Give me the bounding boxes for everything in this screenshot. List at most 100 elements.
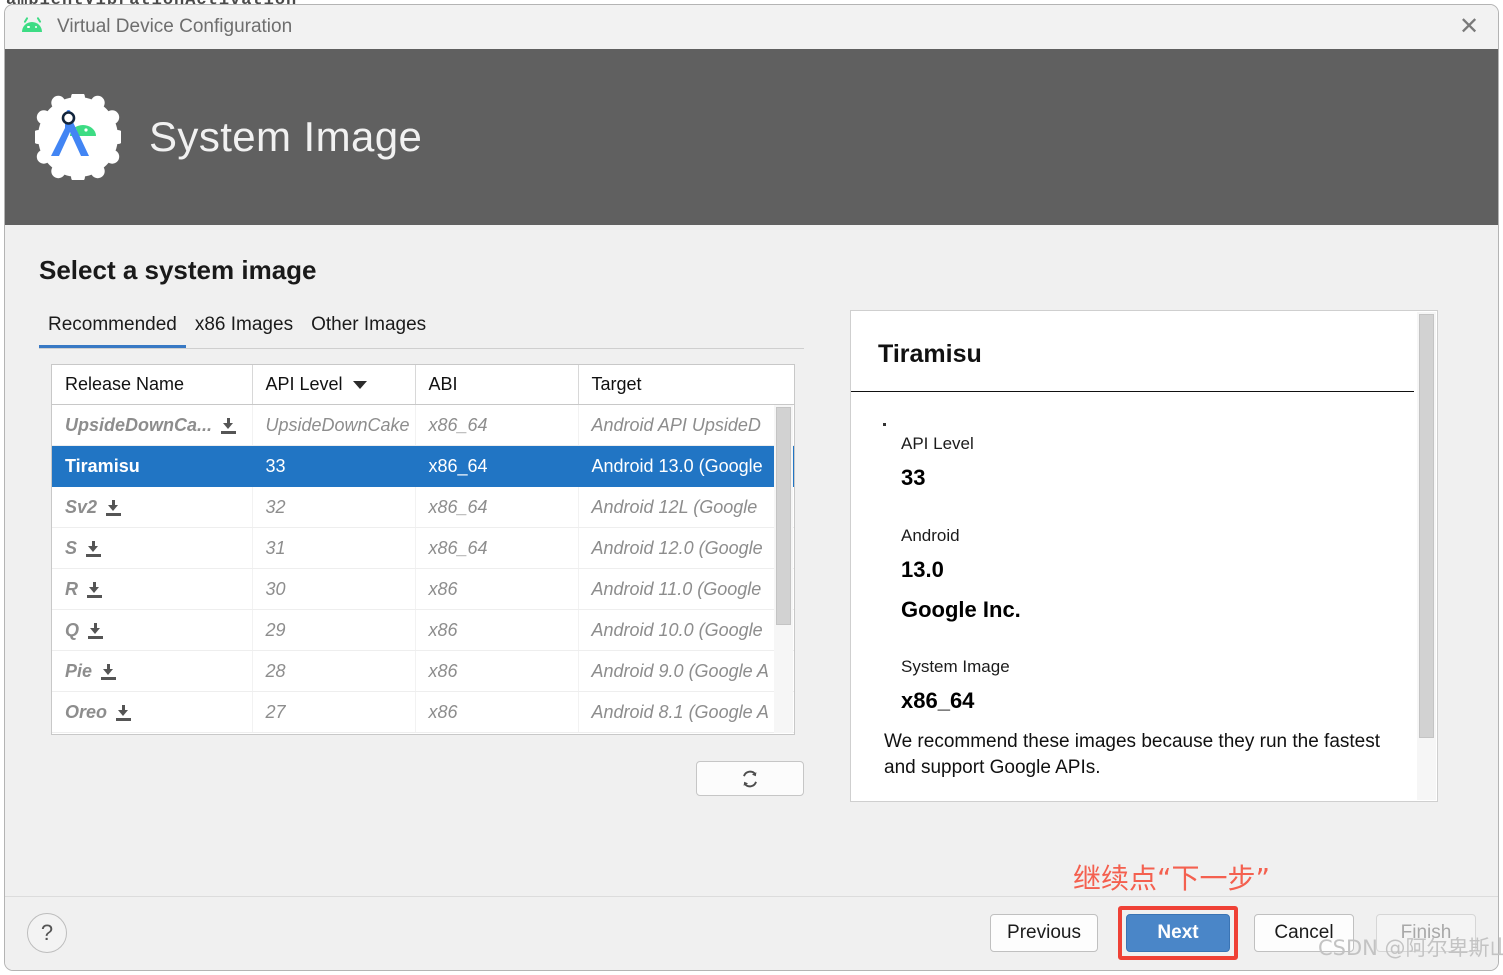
dialog-body: Select a system image Recommended x86 Im… — [5, 225, 1498, 897]
help-button[interactable]: ? — [27, 913, 67, 953]
tab-recommended[interactable]: Recommended — [39, 310, 186, 348]
cell-api-level: 33 — [252, 445, 416, 487]
details-value-android: 13.0 — [901, 557, 944, 582]
download-icon[interactable] — [88, 622, 104, 639]
details-scrollbar-thumb[interactable] — [1419, 314, 1434, 738]
android-studio-logo — [35, 94, 121, 180]
cell-api-level: 28 — [252, 650, 416, 692]
watermark: CSDN @阿尔卑斯山林 — [1318, 936, 1503, 960]
tab-recommended-label: Recommended — [48, 314, 177, 335]
column-header-release-name[interactable]: Release Name — [52, 365, 253, 405]
cell-api-level: 30 — [252, 568, 416, 610]
cell-api-level: 32 — [252, 486, 416, 528]
cell-release-name: Pie — [52, 650, 253, 692]
tab-other-images[interactable]: Other Images — [302, 310, 435, 348]
table-row[interactable]: Oreo 27 x86 Android 8.1 (Google A — [52, 691, 794, 733]
details-title: Tiramisu — [878, 340, 982, 368]
virtual-device-configuration-dialog: Virtual Device Configuration ✕ System Im… — [4, 4, 1499, 971]
release-name-text: UpsideDownCa... — [65, 414, 213, 435]
system-image-table[interactable]: Release Name API Level ABI Target Upside… — [51, 364, 795, 735]
cell-abi: x86 — [415, 609, 579, 651]
bullet-icon — [883, 423, 886, 426]
column-label: Target — [591, 374, 642, 394]
download-icon[interactable] — [116, 704, 132, 721]
dialog-header-banner: System Image — [5, 49, 1498, 225]
cell-abi: x86_64 — [415, 486, 579, 528]
cell-release-name: Q — [52, 609, 253, 651]
cell-abi: x86 — [415, 568, 579, 610]
column-header-target[interactable]: Target — [578, 365, 794, 405]
table-row[interactable]: Tiramisu 33 x86_64 Android 13.0 (Google — [52, 445, 794, 487]
refresh-button[interactable] — [696, 761, 804, 796]
cell-target: Android 9.0 (Google A — [578, 650, 794, 692]
release-name-text: Q — [65, 619, 80, 640]
cell-release-name: S — [52, 527, 253, 569]
tab-x86-images[interactable]: x86 Images — [186, 310, 302, 348]
cell-api-level: 29 — [252, 609, 416, 651]
release-name-text: Oreo — [65, 701, 108, 722]
next-button-highlight-box — [1118, 906, 1238, 960]
column-header-abi[interactable]: ABI — [415, 365, 579, 405]
previous-button[interactable]: Previous — [990, 914, 1098, 952]
cell-api-level: 31 — [252, 527, 416, 569]
cell-abi: x86_64 — [415, 404, 579, 446]
release-name-text: Pie — [65, 660, 93, 681]
cell-api-level: 27 — [252, 691, 416, 733]
cell-target: Android 12L (Google — [578, 486, 794, 528]
table-row[interactable]: R 30 x86 Android 11.0 (Google — [52, 568, 794, 610]
download-icon[interactable] — [86, 540, 102, 557]
details-scrollbar[interactable] — [1417, 312, 1436, 800]
details-value-vendor: Google Inc. — [901, 597, 1021, 622]
table-scrollbar[interactable] — [774, 405, 793, 733]
table-row[interactable]: Q 29 x86 Android 10.0 (Google — [52, 609, 794, 651]
release-name-text: R — [65, 578, 78, 599]
column-label: ABI — [428, 374, 458, 394]
table-header-row: Release Name API Level ABI Target — [52, 365, 794, 405]
image-source-tabs: Recommended x86 Images Other Images — [39, 310, 804, 349]
table-row[interactable]: UpsideDownCa... UpsideDownCake x86_64 An… — [52, 404, 794, 446]
details-value-system-image: x86_64 — [901, 688, 975, 713]
column-header-api-level[interactable]: API Level — [252, 365, 416, 405]
table-row[interactable]: Sv2 32 x86_64 Android 12L (Google — [52, 486, 794, 528]
details-label-api-level: API Level — [901, 434, 974, 453]
download-icon[interactable] — [106, 499, 122, 516]
cell-api-level: UpsideDownCake — [252, 404, 416, 446]
tab-x86-images-label: x86 Images — [194, 314, 294, 335]
column-label: API Level — [265, 374, 343, 394]
table-row[interactable]: S 31 x86_64 Android 12.0 (Google — [52, 527, 794, 569]
page-title: Select a system image — [39, 255, 317, 285]
cell-release-name: Oreo — [52, 691, 253, 733]
details-value-api-level: 33 — [901, 465, 926, 490]
cell-abi: x86_64 — [415, 445, 579, 487]
download-icon[interactable] — [87, 581, 102, 598]
cell-abi: x86 — [415, 691, 579, 733]
header-title: System Image — [149, 113, 423, 160]
cell-target: Android API UpsideD — [578, 404, 794, 446]
release-name-text: Sv2 — [65, 496, 98, 517]
dialog-titlebar: Virtual Device Configuration ✕ — [5, 5, 1498, 49]
cell-abi: x86_64 — [415, 527, 579, 569]
chevron-down-icon — [352, 381, 367, 390]
column-label: Release Name — [65, 374, 185, 394]
dialog-title: Virtual Device Configuration — [57, 16, 293, 37]
tab-other-images-label: Other Images — [311, 314, 427, 335]
screen: ambientVibrationActivation Virtual Devic… — [0, 0, 1503, 975]
cell-target: Android 12.0 (Google — [578, 527, 794, 569]
android-robot-icon — [21, 16, 43, 38]
release-name-text: S — [65, 537, 78, 558]
cell-target: Android 10.0 (Google — [578, 609, 794, 651]
table-row[interactable]: Pie 28 x86 Android 9.0 (Google A — [52, 650, 794, 692]
download-icon[interactable] — [221, 417, 237, 434]
dialog-footer: ? Previous Next Cancel Finish — [5, 896, 1498, 970]
system-image-details-panel: Tiramisu API Level 33 Android 13.0 Googl… — [850, 310, 1438, 802]
close-icon[interactable]: ✕ — [1440, 5, 1498, 49]
annotation-next-step: 继续点“下一步” — [1073, 862, 1271, 895]
table-scrollbar-thumb[interactable] — [776, 407, 791, 625]
cell-release-name: Tiramisu — [52, 445, 253, 487]
details-label-system-image: System Image — [901, 657, 1010, 676]
download-icon[interactable] — [101, 663, 117, 680]
cell-release-name: UpsideDownCa... — [52, 404, 253, 446]
cell-target: Android 13.0 (Google — [578, 445, 794, 487]
cell-release-name: R — [52, 568, 253, 610]
cell-release-name: Sv2 — [52, 486, 253, 528]
